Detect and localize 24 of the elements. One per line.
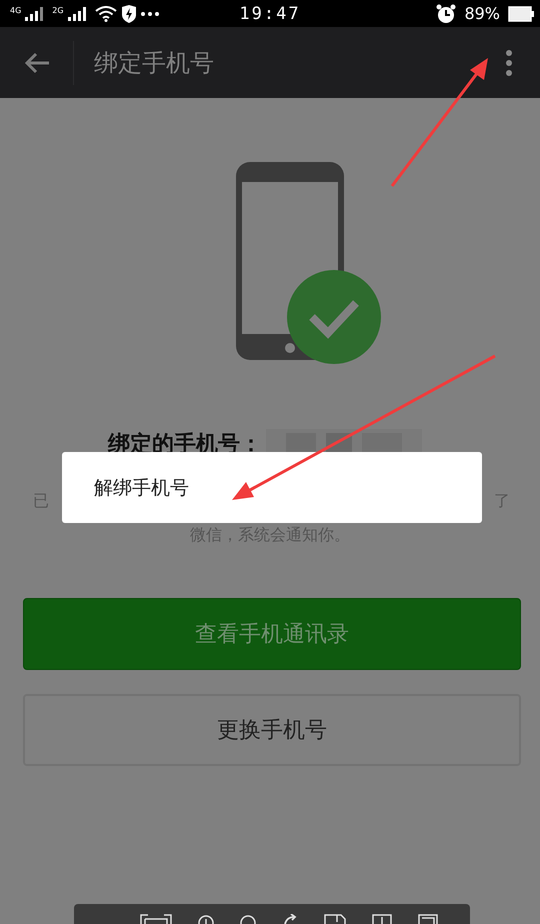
alarm-icon [436,4,456,23]
signal-icon [25,6,46,20]
battery-percent: 89% [464,4,500,23]
menu-icon [506,50,512,76]
charging-shield-icon [120,4,137,22]
page-title: 绑定手机号 [94,48,215,78]
zoom-in-icon [198,914,214,924]
more-dots-icon [140,12,159,16]
network-label: 2G [52,6,64,14]
clock-time: 19:47 [239,4,301,24]
change-number-button[interactable]: 更换手机号 [23,694,521,766]
view-contacts-button[interactable]: 查看手机通讯录 [23,598,521,670]
fit-icon [140,914,172,924]
battery-icon [508,6,534,22]
rotate-icon [282,914,298,924]
zoom-out-icon [240,914,256,924]
network-label: 4G [10,6,22,14]
back-arrow-icon [24,52,50,74]
wifi-icon [94,6,117,22]
window-icon [418,914,438,924]
menu-item[interactable]: 解绑手机号 [86,468,197,506]
export-icon [372,914,392,924]
save-icon [324,914,346,924]
signal-icon [68,6,88,20]
